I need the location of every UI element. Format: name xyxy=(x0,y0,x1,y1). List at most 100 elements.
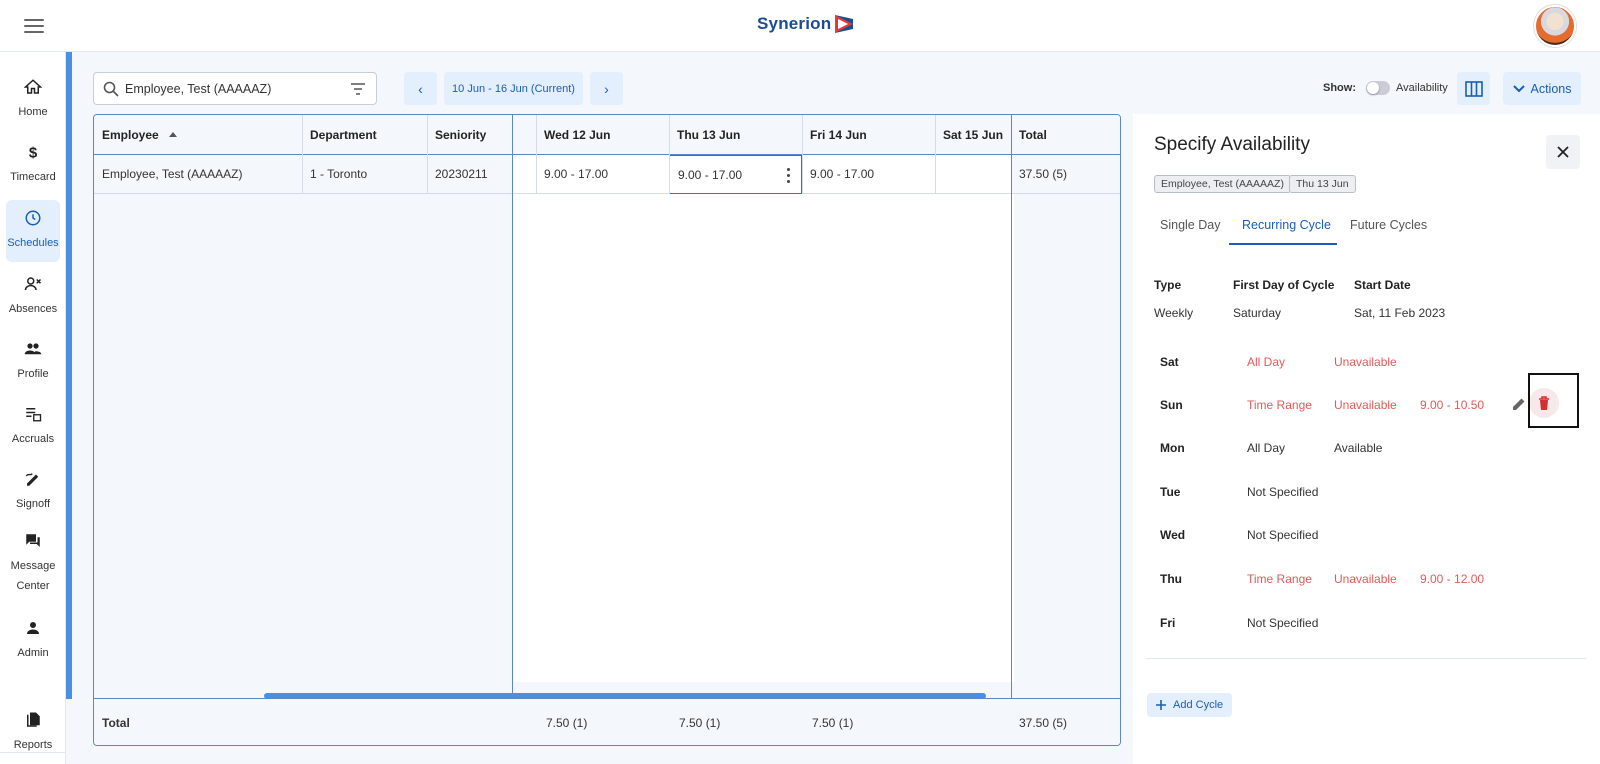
add-cycle-button[interactable]: Add Cycle xyxy=(1147,693,1233,717)
nav-scrollbar[interactable] xyxy=(66,52,72,699)
nav-item-absences[interactable]: Absences xyxy=(6,266,60,328)
cell-employee[interactable]: Employee, Test (AAAAAZ) xyxy=(94,155,302,194)
header-sat[interactable]: Sat 15 Jun xyxy=(935,115,1011,155)
chevron-down-icon xyxy=(1512,84,1525,92)
availability-toggle[interactable] xyxy=(1366,81,1390,95)
availability-panel: Specify Availability xyxy=(1133,114,1600,764)
nav-item-home[interactable]: Home xyxy=(6,69,60,131)
cell-fri[interactable]: 9.00 - 17.00 xyxy=(802,155,935,194)
type-value: Weekly xyxy=(1154,306,1194,320)
nav-item-schedules[interactable]: Schedules xyxy=(6,200,60,262)
columns-icon xyxy=(1464,80,1483,97)
header-department[interactable]: Department xyxy=(302,115,427,155)
mon-mode: All Day xyxy=(1247,441,1286,455)
panel-divider xyxy=(1146,658,1586,659)
mon-status: Available xyxy=(1334,441,1383,455)
cell-spacer xyxy=(512,155,536,194)
header-employee[interactable]: Employee xyxy=(94,115,302,155)
menu-icon[interactable] xyxy=(22,16,46,36)
day-sat: Sat xyxy=(1160,355,1179,369)
header-fri-label: Fri 14 Jun xyxy=(810,127,867,142)
cell-department[interactable]: 1 - Toronto xyxy=(302,155,427,194)
search-icon xyxy=(103,81,119,97)
employee-search xyxy=(93,72,377,105)
col-divider xyxy=(302,115,303,194)
total-divider xyxy=(1011,115,1012,745)
top-bar: Synerion xyxy=(0,0,1600,52)
nav-label: Timecard xyxy=(10,171,56,183)
nav-label: Home xyxy=(18,106,48,118)
header-thu-label: Thu 13 Jun xyxy=(677,127,741,142)
nav-label: Signoff xyxy=(15,498,51,510)
nav-label: Admin xyxy=(17,647,49,659)
start-date-value: Sat, 11 Feb 2023 xyxy=(1354,306,1446,320)
date-chip: Thu 13 Jun xyxy=(1289,175,1356,193)
svg-text:$: $ xyxy=(29,144,38,161)
next-week-button[interactable]: › xyxy=(590,72,623,105)
nav-label: Profile xyxy=(17,368,49,380)
employee-chip: Employee, Test (AAAAAZ) xyxy=(1154,175,1291,193)
sun-status: Unavailable xyxy=(1334,398,1397,412)
close-panel-button[interactable] xyxy=(1546,135,1580,169)
logo: Synerion xyxy=(757,14,854,34)
search-input[interactable] xyxy=(125,81,345,96)
clock-icon xyxy=(25,210,41,226)
nav-label: Message Center xyxy=(10,560,56,592)
totals-row: Total 7.50 (1) 7.50 (1) 7.50 (1) 37.50 (… xyxy=(94,698,1120,745)
cell-wed[interactable]: 9.00 - 17.00 xyxy=(536,155,669,194)
edit-icon[interactable] xyxy=(1512,397,1526,411)
frozen-divider xyxy=(512,115,513,745)
actions-button[interactable]: Actions xyxy=(1503,72,1581,105)
grid-body-area xyxy=(512,194,1014,682)
nav-item-profile[interactable]: Profile xyxy=(6,331,60,393)
sun-range: 9.00 - 10.50 xyxy=(1420,398,1485,412)
first-day-value: Saturday xyxy=(1233,306,1282,320)
filter-icon[interactable] xyxy=(350,82,366,96)
tab-future-cycles[interactable]: Future Cycles xyxy=(1350,218,1427,232)
signature-icon xyxy=(25,473,39,486)
chevron-left-icon: ‹ xyxy=(418,80,423,97)
availability-label: Availability xyxy=(1396,82,1448,94)
date-range-button[interactable]: 10 Jun - 16 Jun (Current) xyxy=(444,72,583,105)
user-avatar[interactable] xyxy=(1534,5,1576,47)
thu-status: Unavailable xyxy=(1334,572,1397,586)
header-seniority-label: Seniority xyxy=(435,127,487,142)
add-cycle-label: Add Cycle xyxy=(1173,699,1224,711)
header-fri[interactable]: Fri 14 Jun xyxy=(802,115,935,155)
tue-mode: Not Specified xyxy=(1247,485,1319,499)
thu-range: 9.00 - 12.00 xyxy=(1420,572,1485,586)
totals-thu: 7.50 (1) xyxy=(679,715,721,730)
columns-button[interactable] xyxy=(1457,72,1490,105)
nav-item-timecard[interactable]: $ Timecard xyxy=(6,134,60,196)
cell-sat[interactable] xyxy=(935,155,1011,194)
wed-mode: Not Specified xyxy=(1247,528,1319,542)
day-thu: Thu xyxy=(1160,572,1182,586)
sat-status: Unavailable xyxy=(1334,355,1397,369)
header-total[interactable]: Total xyxy=(1011,115,1120,155)
nav-item-message-center[interactable]: Message Center xyxy=(6,526,60,602)
more-vert-icon[interactable] xyxy=(787,168,791,184)
prev-week-button[interactable]: ‹ xyxy=(404,72,437,105)
nav-item-admin[interactable]: Admin xyxy=(6,610,60,672)
col-divider xyxy=(669,115,670,194)
totals-total: 37.50 (5) xyxy=(1019,715,1068,730)
header-seniority[interactable]: Seniority xyxy=(427,115,512,155)
nav-item-accruals[interactable]: Accruals xyxy=(6,396,60,458)
schedule-grid: Employee Department Seniority Wed 12 Jun… xyxy=(93,114,1121,746)
dollar-icon: $ xyxy=(29,144,38,161)
day-tue: Tue xyxy=(1160,485,1181,499)
header-wed[interactable]: Wed 12 Jun xyxy=(536,115,669,155)
tab-single-day[interactable]: Single Day xyxy=(1160,218,1220,232)
totals-wed: 7.50 (1) xyxy=(546,715,588,730)
header-employee-label: Employee xyxy=(102,127,159,142)
nav-item-reports[interactable]: Reports xyxy=(6,702,60,764)
home-icon xyxy=(24,79,42,94)
people-icon xyxy=(24,343,42,355)
nav-label: Accruals xyxy=(11,433,55,445)
nav-item-signoff[interactable]: Signoff xyxy=(6,461,60,523)
tab-recurring-cycle[interactable]: Recurring Cycle xyxy=(1242,218,1331,232)
person-icon xyxy=(27,622,39,634)
cell-thu-selected[interactable]: 9.00 - 17.00 xyxy=(669,155,802,194)
header-thu[interactable]: Thu 13 Jun xyxy=(669,115,802,155)
cell-seniority[interactable]: 20230211 xyxy=(427,155,512,194)
